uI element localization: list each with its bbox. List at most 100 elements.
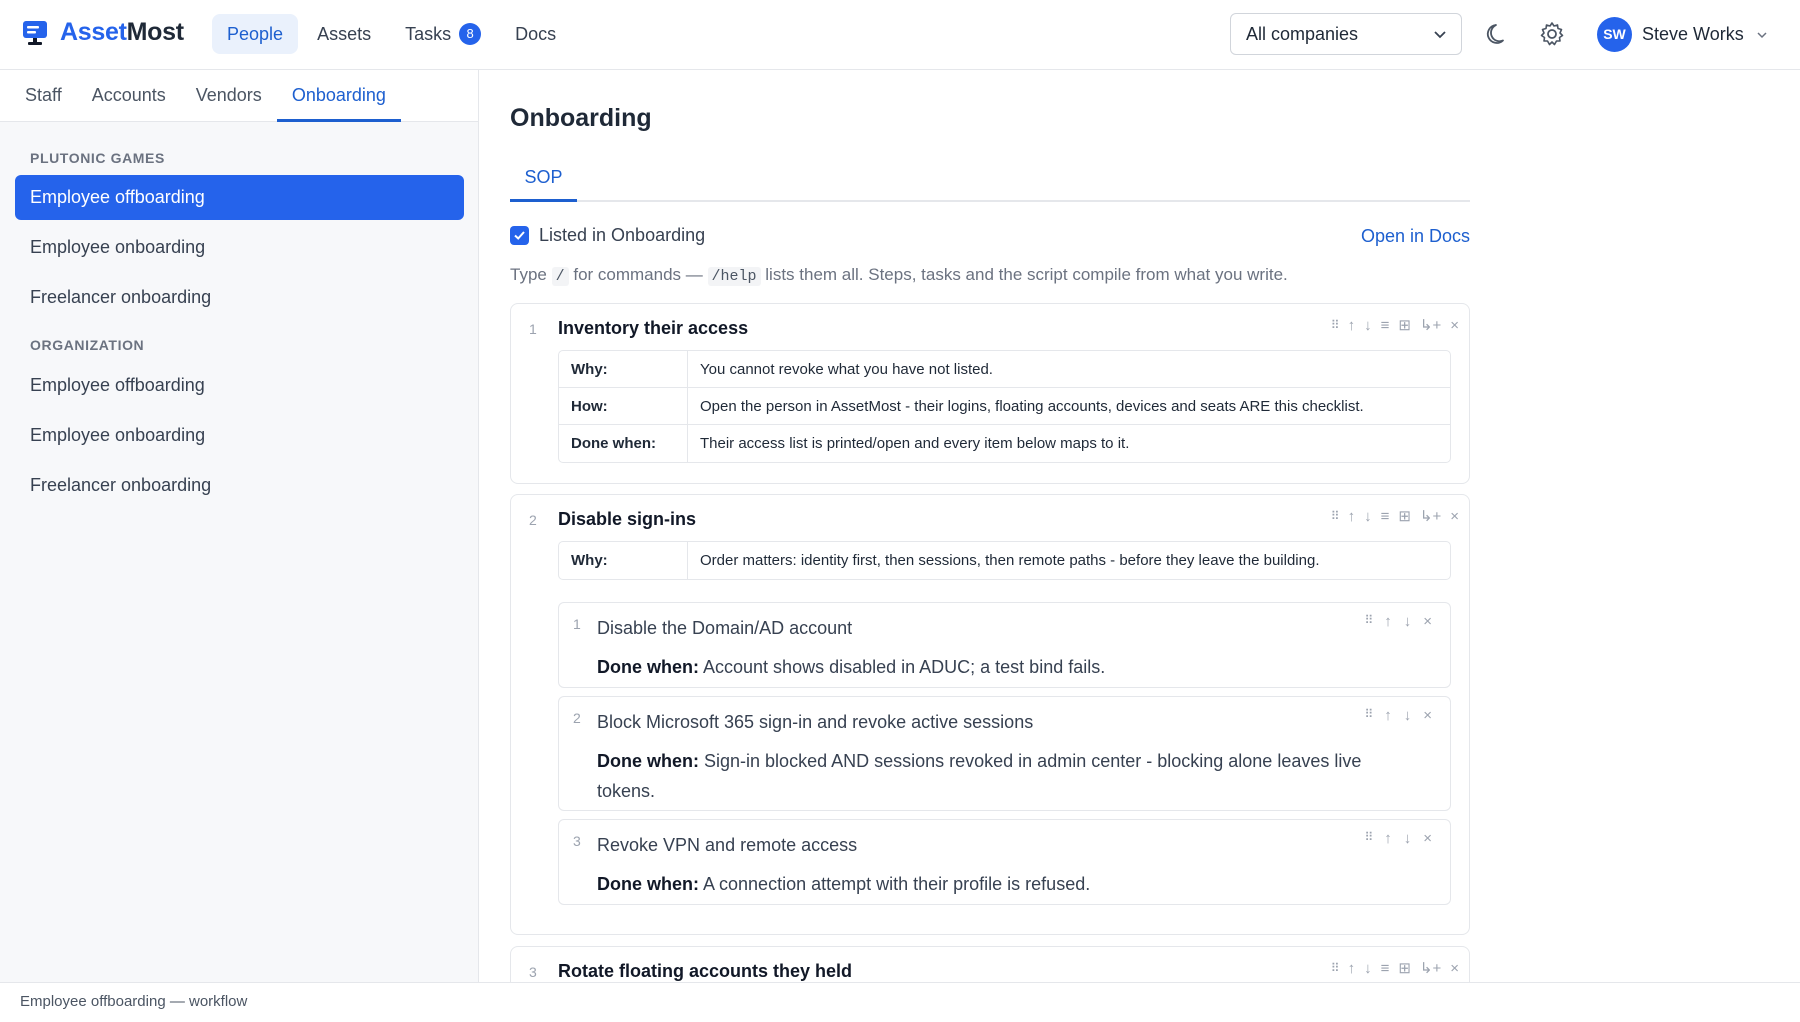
step-title[interactable]: Disable sign-ins [558,509,696,530]
check-icon [514,231,525,240]
task-done-when[interactable]: Done when: Sign-in blocked AND sessions … [597,746,1377,806]
move-up-icon[interactable]: ↑ [1384,613,1392,630]
add-list-icon[interactable]: ≡ [1381,317,1390,334]
task-title[interactable]: Disable the Domain/AD account [597,618,852,639]
remove-step-icon[interactable]: × [1450,317,1459,334]
task-number: 3 [573,833,581,849]
sidebar-item-freelancer-onboarding[interactable]: Freelancer onboarding [15,275,464,320]
move-down-icon[interactable]: ↓ [1404,707,1412,724]
sidebar-item-freelancer-onboarding[interactable]: Freelancer onboarding [15,463,464,508]
brand-logo[interactable]: AssetMost [22,18,184,47]
move-down-icon[interactable]: ↓ [1364,317,1372,334]
top-bar: AssetMost People Assets Tasks 8 Docs All … [0,0,1800,70]
drag-handle-icon[interactable]: ⠿ [1364,707,1373,724]
move-up-icon[interactable]: ↑ [1348,317,1356,334]
sop-step: 2 Disable sign-ins ⠿ ↑ ↓ ≡ ⊞ ↳+ × Why: Or… [510,494,1470,935]
subtab-staff[interactable]: Staff [10,70,77,122]
add-table-icon[interactable]: ⊞ [1398,507,1411,525]
company-select[interactable]: All companies [1230,13,1462,55]
task-done-when[interactable]: Done when: A connection attempt with the… [597,869,1377,899]
drag-handle-icon[interactable]: ⠿ [1364,830,1373,847]
table-row: How: Open the person in AssetMost - their… [559,388,1450,425]
add-subtask-icon[interactable]: ↳+ [1420,959,1441,977]
settings-gear-icon[interactable] [1538,20,1566,48]
dark-mode-moon-icon[interactable] [1484,20,1512,48]
step-number: 2 [529,512,537,528]
monitor-logo-icon [23,20,47,45]
table-row: Why: Order matters: identity first, then … [559,542,1450,579]
task-toolbar: ⠿ ↑ ↓ × [1352,613,1432,630]
remove-step-icon[interactable]: × [1450,508,1459,525]
editor-hint: Type / for commands — /help lists them a… [510,265,1288,286]
move-down-icon[interactable]: ↓ [1364,508,1372,525]
add-subtask-icon[interactable]: ↳+ [1420,316,1441,334]
nav-people[interactable]: People [212,14,299,54]
drag-handle-icon[interactable]: ⠿ [1331,509,1340,523]
page-title: Onboarding [510,104,652,132]
listed-toggle[interactable]: Listed in Onboarding [510,225,705,246]
add-list-icon[interactable]: ≡ [1381,960,1390,977]
sidebar-item-employee-offboarding[interactable]: Employee offboarding [15,363,464,408]
step-title[interactable]: Inventory their access [558,318,748,339]
step-details-table: Why: Order matters: identity first, then … [558,541,1451,580]
move-down-icon[interactable]: ↓ [1404,830,1412,847]
move-up-icon[interactable]: ↑ [1348,960,1356,977]
user-menu[interactable]: SW Steve Works [1597,17,1768,52]
drag-handle-icon[interactable]: ⠿ [1364,613,1373,630]
task-number: 2 [573,710,581,726]
remove-task-icon[interactable]: × [1423,830,1432,847]
sidebar-item-employee-onboarding[interactable]: Employee onboarding [15,413,464,458]
subtab-accounts[interactable]: Accounts [77,70,181,122]
drag-handle-icon[interactable]: ⠿ [1331,961,1340,975]
step-details-table: Why: You cannot revoke what you have not … [558,350,1451,463]
nav-tasks[interactable]: Tasks 8 [390,14,496,54]
user-name: Steve Works [1642,24,1744,44]
group-title-plutonic-games: PLUTONIC GAMES [30,150,165,166]
table-row: Why: You cannot revoke what you have not … [559,351,1450,388]
company-select-value: All companies [1246,24,1359,44]
sidebar-item-employee-onboarding[interactable]: Employee onboarding [15,225,464,270]
tab-sop[interactable]: SOP [510,166,577,202]
step-number: 1 [529,321,537,337]
task-number: 1 [573,616,581,632]
listed-label: Listed in Onboarding [539,225,706,245]
sidebar-item-employee-offboarding[interactable]: Employee offboarding [15,175,464,220]
move-down-icon[interactable]: ↓ [1404,613,1412,630]
remove-step-icon[interactable]: × [1450,960,1459,977]
move-up-icon[interactable]: ↑ [1348,508,1356,525]
step-title[interactable]: Rotate floating accounts they held [558,961,852,982]
table-row: Done when: Their access list is printed/o… [559,425,1450,462]
move-up-icon[interactable]: ↑ [1384,707,1392,724]
nav-docs[interactable]: Docs [500,14,571,54]
add-subtask-icon[interactable]: ↳+ [1420,507,1441,525]
task-title[interactable]: Block Microsoft 365 sign-in and revoke a… [597,712,1033,733]
listed-checkbox[interactable] [510,226,529,245]
move-down-icon[interactable]: ↓ [1364,960,1372,977]
step-toolbar: ⠿ ↑ ↓ ≡ ⊞ ↳+ × [1322,316,1459,335]
content-tabs: SOP [510,166,1470,202]
nav-assets[interactable]: Assets [302,14,386,54]
main-nav: People Assets Tasks 8 Docs [212,14,575,54]
add-table-icon[interactable]: ⊞ [1398,316,1411,334]
tasks-count-badge: 8 [459,23,482,45]
remove-task-icon[interactable]: × [1423,707,1432,724]
task-title[interactable]: Revoke VPN and remote access [597,835,857,856]
task-toolbar: ⠿ ↑ ↓ × [1352,707,1432,724]
sub-task: 3 Revoke VPN and remote access Done when… [558,819,1451,905]
chevron-down-icon [1434,31,1446,39]
subtab-onboarding[interactable]: Onboarding [276,70,401,122]
sidebar: Staff Accounts Vendors Onboarding PLUTON… [0,70,479,982]
people-subtabs: Staff Accounts Vendors Onboarding [0,70,478,122]
chevron-down-icon [1757,31,1767,38]
drag-handle-icon[interactable]: ⠿ [1331,318,1340,332]
move-up-icon[interactable]: ↑ [1384,830,1392,847]
subtab-vendors[interactable]: Vendors [181,70,277,122]
task-done-when[interactable]: Done when: Account shows disabled in ADU… [597,652,1377,682]
remove-task-icon[interactable]: × [1423,613,1432,630]
open-in-docs-link[interactable]: Open in Docs [1361,226,1470,247]
avatar: SW [1597,17,1632,52]
group-title-organization: ORGANIZATION [30,337,145,353]
slash-code: / [551,267,569,286]
add-list-icon[interactable]: ≡ [1381,508,1390,525]
add-table-icon[interactable]: ⊞ [1398,959,1411,977]
